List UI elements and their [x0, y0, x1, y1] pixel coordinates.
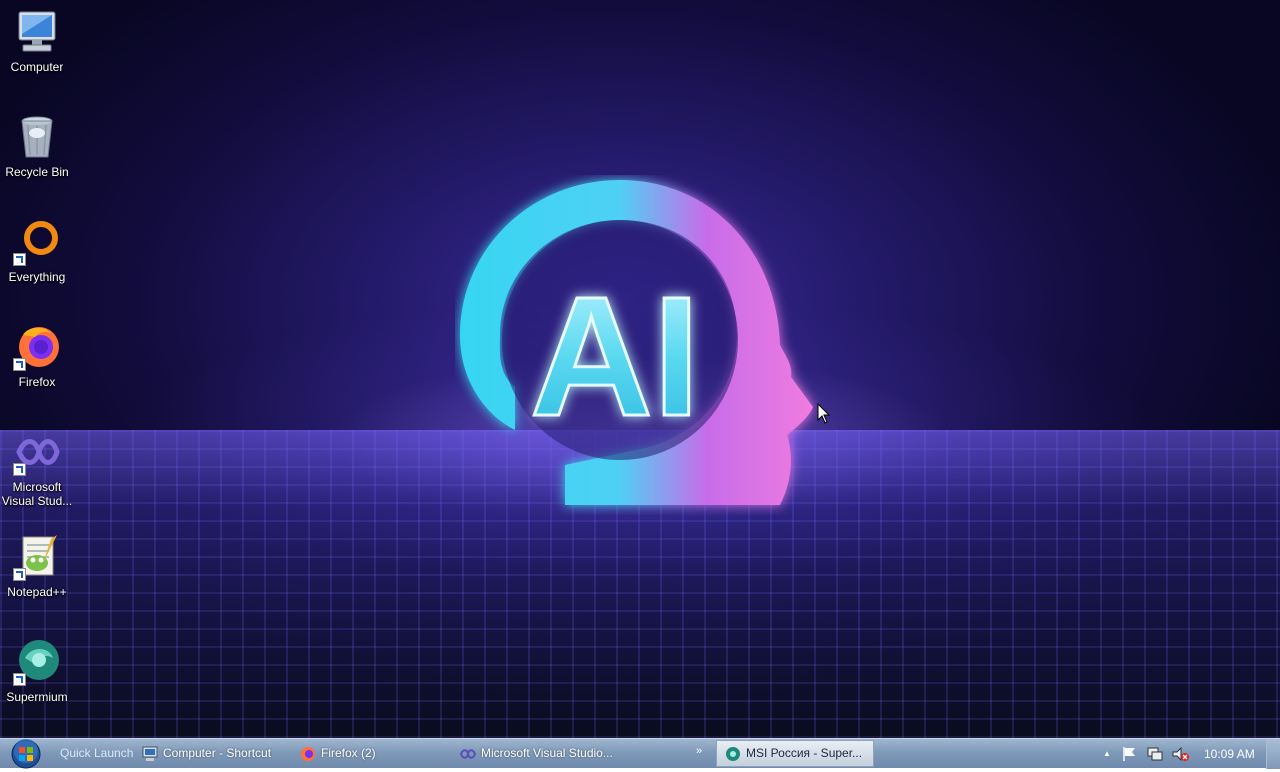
taskbar-item-visual-studio[interactable]: Microsoft Visual Studio...: [460, 740, 620, 767]
shortcut-arrow-icon: [13, 463, 26, 476]
computer-icon: [142, 746, 158, 761]
supermium-icon: [13, 638, 61, 686]
taskbar-clock[interactable]: 10:09 AM: [1204, 739, 1255, 769]
desktop-icon-visual-studio[interactable]: Microsoft Visual Stud...: [0, 428, 74, 508]
desktop-icon-label: Firefox: [18, 375, 56, 389]
firefox-icon: [301, 746, 315, 761]
taskbar-item-label: Firefox (2): [321, 746, 376, 760]
flag-icon[interactable]: [1120, 746, 1138, 762]
desktop-icon-label: Microsoft Visual Stud...: [1, 480, 73, 508]
desktop-icon-label: Recycle Bin: [5, 165, 69, 179]
system-tray: ▲: [1098, 739, 1194, 769]
notepadpp-icon: [13, 533, 61, 581]
desktop-icon-notepadpp[interactable]: Notepad++: [0, 533, 74, 599]
mouse-cursor-icon: [817, 403, 831, 424]
visual-studio-icon: [13, 428, 61, 476]
ai-logo-text: AI: [530, 262, 700, 452]
desktop-icon-label: Everything: [8, 270, 66, 284]
taskbar-item-computer-shortcut[interactable]: Computer - Shortcut: [142, 740, 292, 767]
desktop-icon-computer[interactable]: Computer: [0, 8, 74, 74]
visual-studio-icon: [460, 748, 476, 759]
desktop-icon-firefox[interactable]: Firefox: [0, 323, 74, 389]
taskbar-item-firefox[interactable]: Firefox (2): [300, 740, 450, 767]
computer-icon: [13, 8, 61, 56]
everything-icon: [13, 218, 61, 266]
taskbar: Quick Launch Computer - Shortcut Firefox…: [0, 738, 1280, 769]
desktop-icon-label: Supermium: [6, 690, 68, 704]
taskbar-item-label: MSI Россия - Super...: [746, 746, 863, 760]
shortcut-arrow-icon: [13, 568, 26, 581]
shortcut-arrow-icon: [13, 358, 26, 371]
ai-logo-wallpaper: AI: [460, 180, 813, 505]
quick-launch-label[interactable]: Quick Launch: [60, 739, 133, 769]
firefox-icon: [13, 323, 61, 371]
desktop-icon-everything[interactable]: Everything: [0, 218, 74, 284]
recycle-bin-icon: [13, 113, 61, 161]
taskbar-item-supermium[interactable]: MSI Россия - Super...: [716, 740, 874, 767]
start-button[interactable]: [8, 739, 44, 769]
windows-logo-icon: [11, 739, 41, 769]
taskbar-item-label: Computer - Shortcut: [163, 746, 272, 760]
desktop-icon-label: Computer: [10, 60, 64, 74]
shortcut-arrow-icon: [13, 673, 26, 686]
supermium-icon: [726, 746, 740, 761]
chevron-up-icon[interactable]: ▲: [1102, 746, 1112, 762]
desktop-icon-supermium[interactable]: Supermium: [0, 638, 74, 704]
desktop[interactable]: AI Computer Recycle Bin Everything Firef…: [0, 0, 1280, 738]
taskbar-item-label: Microsoft Visual Studio...: [481, 746, 613, 760]
taskbar-overflow-chevron[interactable]: »: [696, 745, 702, 757]
desktop-icon-recycle-bin[interactable]: Recycle Bin: [0, 113, 74, 179]
shortcut-arrow-icon: [13, 253, 26, 266]
desktop-icon-label: Notepad++: [7, 585, 67, 599]
volume-muted-icon[interactable]: [1172, 746, 1190, 762]
show-desktop-button[interactable]: [1266, 739, 1280, 769]
network-icon[interactable]: [1146, 746, 1164, 762]
